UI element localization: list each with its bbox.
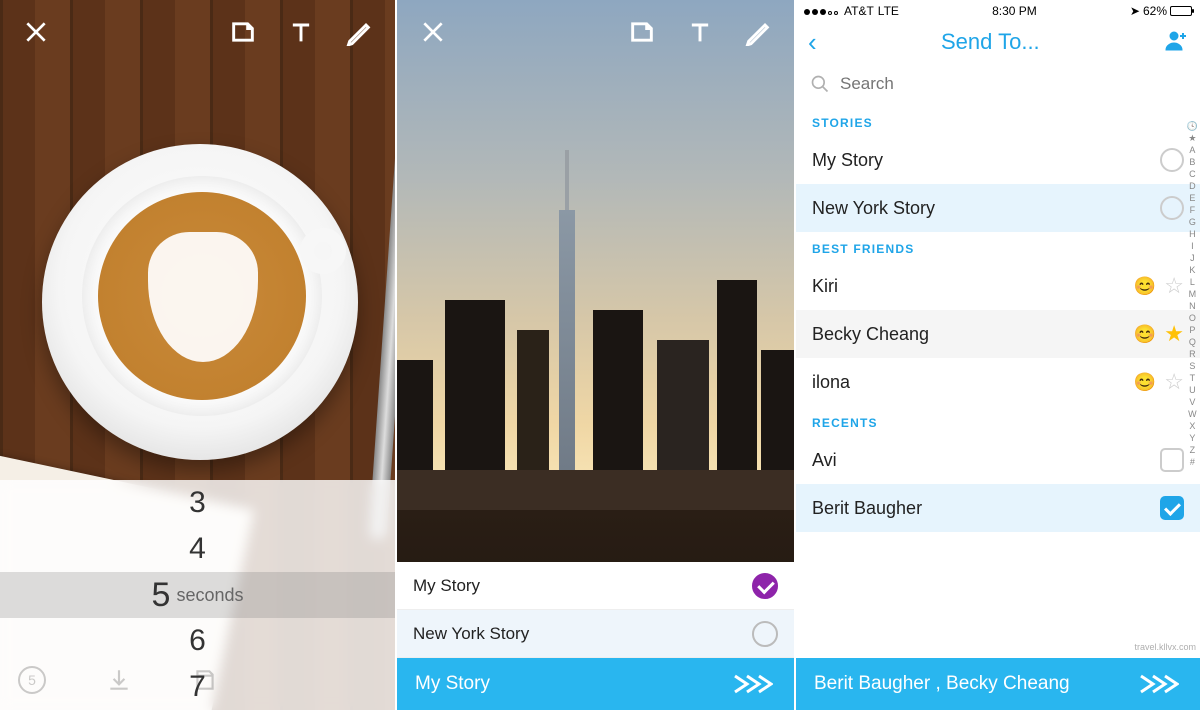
send-bar[interactable]: My Story <box>397 658 794 710</box>
smile-icon: 😊 <box>1134 372 1156 393</box>
search-input[interactable] <box>840 74 1186 94</box>
list-item-label: ilona <box>812 372 850 393</box>
network-label: LTE <box>878 4 899 18</box>
clock-label: 8:30 PM <box>992 4 1037 18</box>
timer-picker[interactable]: 5 3 4 5 seconds 6 7 <box>0 480 395 710</box>
radio-unchecked[interactable] <box>1160 148 1184 172</box>
editor-bottom-icons: 5 <box>0 650 395 710</box>
star-icon[interactable]: ☆ <box>1164 273 1184 299</box>
editor-topbar <box>0 0 395 64</box>
panel-send-to: AT&T LTE 8:30 PM ➤ 62% ‹ Send To... STOR… <box>796 0 1200 710</box>
send-bar-label: Berit Baugher , Becky Cheang <box>814 673 1070 695</box>
list-item-label: Kiri <box>812 276 838 297</box>
list-row-recent[interactable]: Berit Baugher <box>796 484 1200 532</box>
text-icon[interactable] <box>283 14 319 50</box>
section-header-best-friends: BEST FRIENDS <box>796 232 1200 262</box>
sticker-icon[interactable] <box>225 14 261 50</box>
draw-icon[interactable] <box>740 14 776 50</box>
smile-icon: 😊 <box>1134 276 1156 297</box>
location-icon: ➤ <box>1130 4 1140 18</box>
panel-snap-editor-story: My Story New York Story My Story <box>397 0 796 710</box>
carrier-label: AT&T <box>844 4 874 18</box>
story-checkbox[interactable] <box>752 573 778 599</box>
sticker-icon[interactable] <box>624 14 660 50</box>
signal-dots-icon <box>804 4 840 18</box>
story-row-my-story[interactable]: My Story <box>397 562 794 610</box>
panel-snap-editor-timer: 5 3 4 5 seconds 6 7 <box>0 0 397 710</box>
send-bar-label: My Story <box>415 673 490 695</box>
list-row-friend[interactable]: Becky Cheang 😊 ★ <box>796 310 1200 358</box>
story-checkbox[interactable] <box>752 621 778 647</box>
list-row-new-york-story[interactable]: New York Story <box>796 184 1200 232</box>
search-bar[interactable] <box>796 62 1200 106</box>
list-item-label: Avi <box>812 450 837 471</box>
story-select-list: My Story New York Story <box>397 562 794 658</box>
navbar: ‹ Send To... <box>796 22 1200 62</box>
section-header-recents: RECENTS <box>796 406 1200 436</box>
star-icon[interactable]: ☆ <box>1164 369 1184 395</box>
draw-icon[interactable] <box>341 14 377 50</box>
story-label: My Story <box>413 576 480 596</box>
send-bar[interactable]: Berit Baugher , Becky Cheang <box>796 658 1200 710</box>
search-icon <box>810 74 830 94</box>
story-icon[interactable] <box>192 667 218 693</box>
picker-option-selected[interactable]: 5 seconds <box>0 572 395 618</box>
picker-option[interactable]: 3 <box>0 480 395 526</box>
list-row-my-story[interactable]: My Story <box>796 136 1200 184</box>
list-item-label: My Story <box>812 150 883 171</box>
send-icon[interactable] <box>730 668 776 700</box>
battery-icon <box>1170 6 1192 16</box>
timer-icon[interactable]: 5 <box>18 666 46 694</box>
alpha-index-bar[interactable]: 🕓★ABCDEFGHIJKLMNOPQRSTUVWXYZ# <box>1187 120 1198 468</box>
story-row-new-york[interactable]: New York Story <box>397 610 794 658</box>
save-icon[interactable] <box>106 667 132 693</box>
list-item-label: Becky Cheang <box>812 324 929 345</box>
list-row-recent[interactable]: Avi <box>796 436 1200 484</box>
section-header-stories: STORIES <box>796 106 1200 136</box>
status-bar: AT&T LTE 8:30 PM ➤ 62% <box>796 0 1200 22</box>
text-icon[interactable] <box>682 14 718 50</box>
list-item-label: New York Story <box>812 198 935 219</box>
story-label: New York Story <box>413 624 529 644</box>
send-icon[interactable] <box>1136 668 1182 700</box>
list-row-friend[interactable]: Kiri 😊 ☆ <box>796 262 1200 310</box>
add-friend-icon[interactable] <box>1164 28 1188 57</box>
checkbox-unchecked[interactable] <box>1160 448 1184 472</box>
page-title: Send To... <box>817 29 1164 55</box>
editor-topbar <box>397 0 794 64</box>
list-row-friend[interactable]: ilona 😊 ☆ <box>796 358 1200 406</box>
picker-option[interactable]: 4 <box>0 526 395 572</box>
star-icon[interactable]: ★ <box>1164 321 1184 347</box>
battery-pct: 62% <box>1143 4 1167 18</box>
radio-unchecked[interactable] <box>1160 196 1184 220</box>
watermark: travel.kllvx.com <box>1134 642 1196 652</box>
close-icon[interactable] <box>415 14 451 50</box>
checkbox-checked[interactable] <box>1160 496 1184 520</box>
list-item-label: Berit Baugher <box>812 498 922 519</box>
close-icon[interactable] <box>18 14 54 50</box>
smile-icon: 😊 <box>1134 324 1156 345</box>
back-icon[interactable]: ‹ <box>808 27 817 58</box>
